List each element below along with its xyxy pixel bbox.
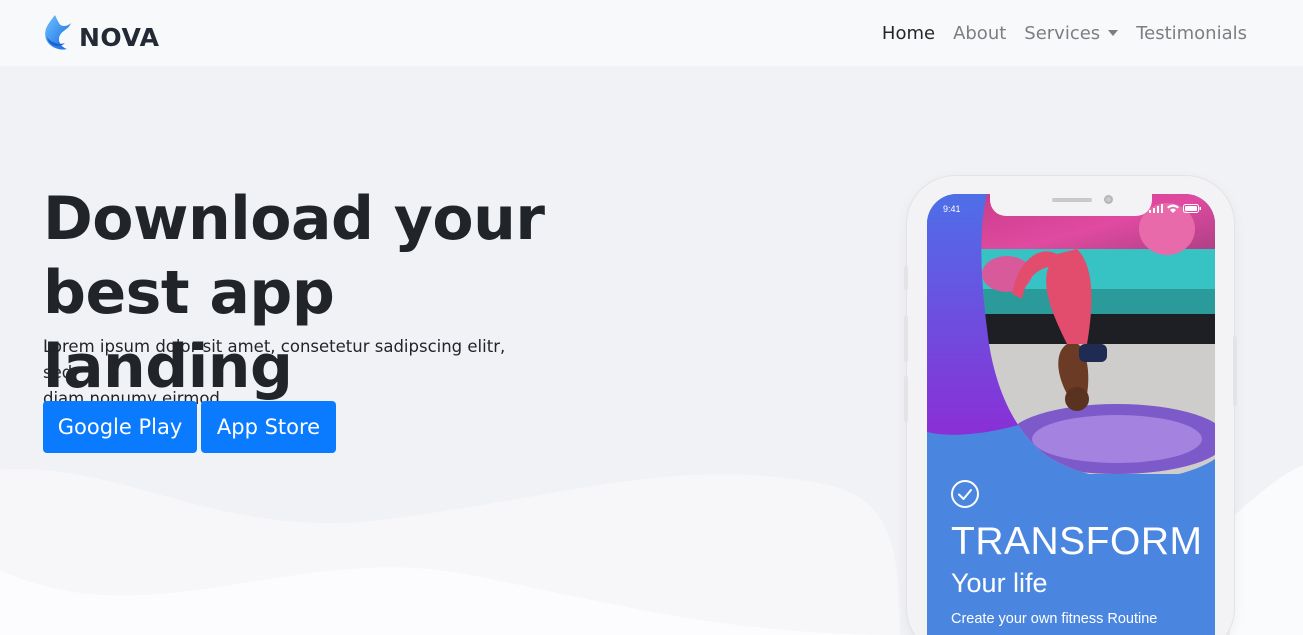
top-navbar: NOVA Home About Services Testimonials xyxy=(0,0,1303,66)
phone-side-button xyxy=(904,376,908,422)
nav-item-about[interactable]: About xyxy=(944,23,1015,44)
nav-item-testimonials[interactable]: Testimonials xyxy=(1127,23,1256,44)
status-icons xyxy=(1149,204,1201,213)
phone-subheadline: Your life xyxy=(951,568,1048,598)
phone-camera xyxy=(1104,195,1113,204)
caret-down-icon xyxy=(1108,30,1119,36)
hero-title-line-1: Download your xyxy=(43,184,545,254)
status-time: 9:41 xyxy=(943,204,961,214)
phone-mockup: 9:41 TRANSFORM Your life Create your own… xyxy=(904,176,1237,635)
nav-item-home[interactable]: Home xyxy=(873,23,944,44)
app-store-button[interactable]: App Store xyxy=(201,401,336,453)
nav-item-services[interactable]: Services xyxy=(1015,23,1127,44)
signal-icon xyxy=(1149,204,1163,213)
wifi-icon xyxy=(1167,204,1179,213)
phone-side-button xyxy=(1233,336,1237,406)
check-circle-icon xyxy=(951,480,979,508)
phone-headline: TRANSFORM xyxy=(951,520,1203,563)
phone-screen: 9:41 TRANSFORM Your life Create your own… xyxy=(927,194,1215,635)
brand-logo-link[interactable]: NOVA xyxy=(43,13,160,53)
brand-name: NOVA xyxy=(79,22,160,52)
nova-flame-logo-icon xyxy=(45,15,71,50)
battery-icon xyxy=(1183,204,1201,213)
phone-speaker xyxy=(1052,198,1092,202)
phone-notch xyxy=(990,194,1152,216)
phone-side-button xyxy=(904,316,908,362)
phone-caption: Create your own fitness Routine xyxy=(951,611,1158,627)
hero-subtitle-line-1: Lorem ipsum dolor sit amet, consetetur s… xyxy=(43,337,506,382)
nav-menu: Home About Services Testimonials xyxy=(873,23,1256,44)
phone-side-button xyxy=(904,266,908,290)
nav-item-services-label: Services xyxy=(1024,22,1101,44)
google-play-button[interactable]: Google Play xyxy=(43,401,197,453)
